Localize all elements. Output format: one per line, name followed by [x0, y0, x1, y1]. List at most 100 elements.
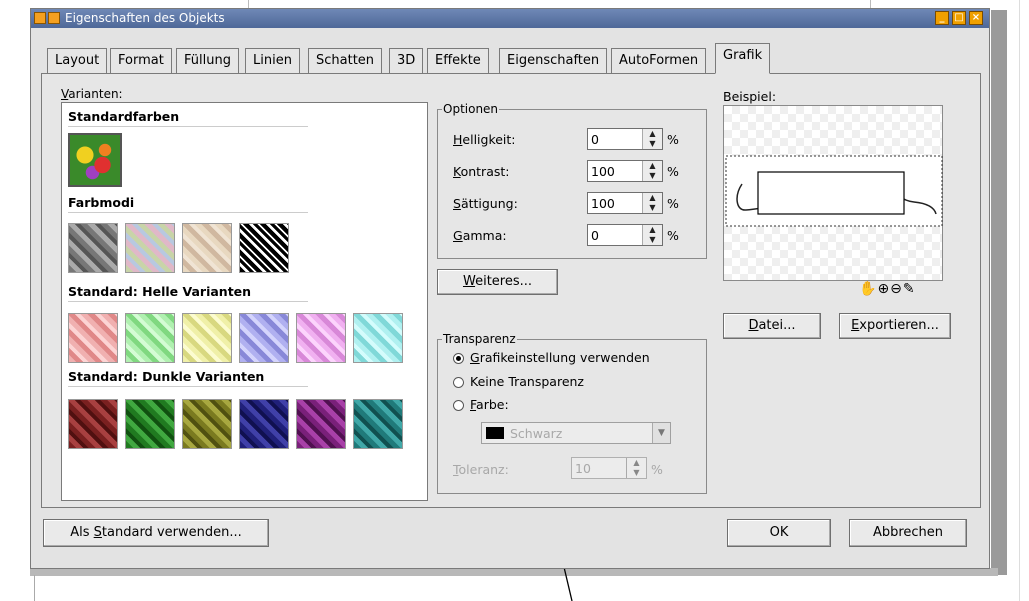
- transparency-legend: Transparenz: [442, 332, 517, 346]
- tab-label: Füllung: [184, 53, 231, 68]
- thumb-light-blue[interactable]: [239, 313, 289, 363]
- tolerance-spinner[interactable]: 10 ▲ ▼: [571, 457, 647, 479]
- close-icon[interactable]: ×: [969, 11, 983, 25]
- spin-arrows-icon[interactable]: ▲ ▼: [642, 161, 662, 181]
- tab-effekte[interactable]: Effekte: [427, 48, 489, 73]
- spinner-value: 0: [591, 132, 599, 147]
- contrast-label: Kontrast:: [453, 164, 509, 179]
- label-text: ättigung:: [460, 196, 518, 211]
- cancel-button[interactable]: Abbrechen: [849, 519, 967, 547]
- tab-eigenschaften[interactable]: Eigenschaften: [499, 48, 608, 73]
- divider: [68, 301, 308, 302]
- tab-label: Grafik: [723, 48, 763, 63]
- thumb-watermark[interactable]: [125, 223, 175, 273]
- tab-schatten[interactable]: Schatten: [308, 48, 383, 73]
- tab-grafik[interactable]: Grafik: [715, 43, 771, 74]
- tab-label: Schatten: [316, 53, 375, 68]
- file-button[interactable]: Datei...: [723, 313, 821, 339]
- color-swatch: [486, 427, 504, 439]
- button-label: Als: [70, 525, 94, 540]
- gamma-spinner[interactable]: 0 ▲ ▼: [587, 224, 663, 246]
- maximize-icon[interactable]: □: [952, 11, 966, 25]
- access-key: S: [93, 525, 102, 540]
- thumb-light-yellow[interactable]: [182, 313, 232, 363]
- window-menu-icon[interactable]: [34, 12, 46, 24]
- hand-icon[interactable]: ✋: [859, 281, 877, 297]
- thumb-dark-blue[interactable]: [239, 399, 289, 449]
- thumb-dark-yellow[interactable]: [182, 399, 232, 449]
- variants-list[interactable]: Standardfarben Farbmodi Standard: Helle …: [61, 102, 428, 501]
- thumb-dark-magenta[interactable]: [296, 399, 346, 449]
- button-label: xportieren...: [859, 318, 939, 333]
- tab-layout[interactable]: Layout: [47, 48, 108, 73]
- thumb-sepia[interactable]: [182, 223, 232, 273]
- tab-linien[interactable]: Linien: [245, 48, 300, 73]
- thumb-dark-cyan[interactable]: [353, 399, 403, 449]
- tab-format[interactable]: Format: [110, 48, 172, 73]
- unit-label: %: [667, 196, 679, 211]
- tab-label: Layout: [55, 53, 100, 68]
- contrast-spinner[interactable]: 100 ▲ ▼: [587, 160, 663, 182]
- tab-label: AutoFormen: [619, 53, 699, 68]
- options-legend: Optionen: [442, 102, 500, 116]
- spin-arrows-icon[interactable]: ▲ ▼: [642, 193, 662, 213]
- access-key: H: [453, 132, 463, 147]
- spinner-value: 100: [591, 164, 615, 179]
- divider: [68, 212, 308, 213]
- saturation-label: Sättigung:: [453, 196, 518, 211]
- zoom-in-icon[interactable]: ⊕: [877, 281, 890, 297]
- access-key: G: [453, 228, 463, 243]
- thumb-dark-red[interactable]: [68, 399, 118, 449]
- label-text: elligkeit:: [462, 132, 516, 147]
- tab-3d[interactable]: 3D: [389, 48, 424, 73]
- variants-label: Varianten:: [61, 87, 123, 101]
- button-label: atei...: [758, 318, 796, 333]
- radio-color[interactable]: [453, 400, 464, 411]
- minimize-icon[interactable]: _: [935, 11, 949, 25]
- button-label: tandard verwenden...: [101, 525, 242, 540]
- thumb-light-green[interactable]: [125, 313, 175, 363]
- tab-fuellung[interactable]: Füllung: [176, 48, 239, 73]
- spinner-value: 0: [591, 228, 599, 243]
- brightness-spinner[interactable]: 0 ▲ ▼: [587, 128, 663, 150]
- tab-label: Effekte: [435, 53, 481, 68]
- more-button[interactable]: Weiteres...: [437, 269, 558, 295]
- thumb-standard-colors[interactable]: [68, 133, 122, 187]
- no-transparency-label: Keine Transparenz: [470, 374, 584, 389]
- zoom-out-icon[interactable]: ⊖: [890, 281, 903, 297]
- thumb-light-cyan[interactable]: [353, 313, 403, 363]
- button-label: eiteres...: [475, 274, 533, 289]
- export-button[interactable]: Exportieren...: [839, 313, 951, 339]
- color-select[interactable]: Schwarz ▼: [481, 422, 671, 444]
- title-bar[interactable]: Eigenschaften des Objekts _ □ ×: [31, 9, 989, 28]
- access-key: W: [462, 274, 476, 289]
- thumb-black-white[interactable]: [239, 223, 289, 273]
- label-text: ontrast:: [460, 164, 510, 179]
- ok-button[interactable]: OK: [727, 519, 831, 547]
- spin-arrows-icon[interactable]: ▲ ▼: [626, 458, 646, 478]
- thumb-light-red[interactable]: [68, 313, 118, 363]
- radio-use-graphic-setting[interactable]: [453, 353, 464, 364]
- spin-arrows-icon[interactable]: ▲ ▼: [642, 225, 662, 245]
- eyedropper-icon[interactable]: ✎: [903, 281, 916, 297]
- radio-no-transparency[interactable]: [453, 377, 464, 388]
- label-text: oleranz:: [458, 462, 509, 477]
- group-title: Farbmodi: [68, 195, 135, 210]
- group-title: Standardfarben: [68, 109, 180, 124]
- preview-area: [723, 105, 943, 281]
- thumb-grayscale[interactable]: [68, 223, 118, 273]
- saturation-spinner[interactable]: 100 ▲ ▼: [587, 192, 663, 214]
- divider: [68, 386, 308, 387]
- spin-arrows-icon[interactable]: ▲ ▼: [642, 129, 662, 149]
- divider: [68, 126, 308, 127]
- set-as-default-button[interactable]: Als Standard verwenden...: [43, 519, 269, 547]
- color-label: Farbe:: [470, 397, 509, 412]
- thumb-light-magenta[interactable]: [296, 313, 346, 363]
- thumb-dark-green[interactable]: [125, 399, 175, 449]
- brightness-label: Helligkeit:: [453, 132, 516, 147]
- tab-autoformen[interactable]: AutoFormen: [611, 48, 707, 73]
- unit-label: %: [667, 132, 679, 147]
- chevron-down-icon[interactable]: ▼: [652, 423, 670, 443]
- access-key: K: [453, 164, 461, 179]
- tolerance-label: Toleranz:: [453, 462, 509, 477]
